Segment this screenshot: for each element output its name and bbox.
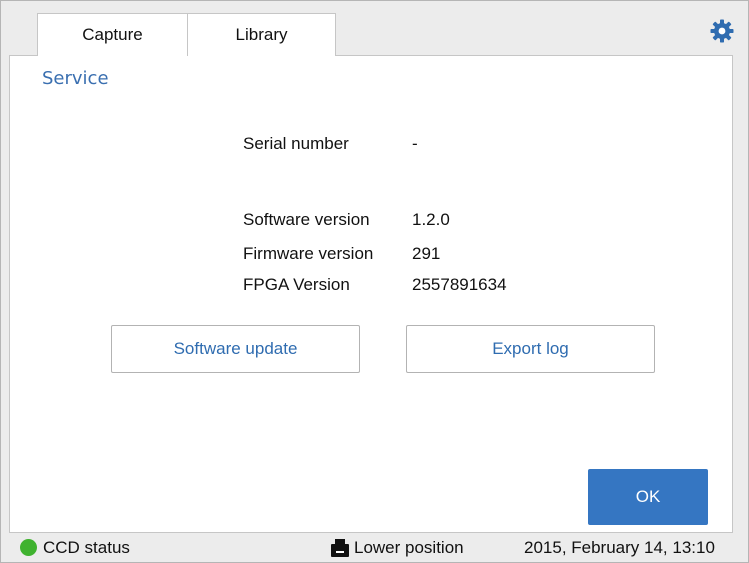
app-window: Capture Library Service Serial number - … xyxy=(0,0,749,563)
software-update-button[interactable]: Software update xyxy=(111,325,360,373)
export-log-button[interactable]: Export log xyxy=(406,325,655,373)
datetime-label: 2015, February 14, 13:10 xyxy=(524,538,715,557)
ccd-status-label: CCD status xyxy=(43,538,130,557)
serial-number-value: - xyxy=(412,134,418,153)
gear-icon[interactable] xyxy=(710,19,734,43)
tab-capture-label: Capture xyxy=(82,25,143,44)
lower-position-label: Lower position xyxy=(354,538,464,557)
fpga-version-label: FPGA Version xyxy=(243,275,350,294)
service-panel: Service Serial number - Software version… xyxy=(9,55,733,533)
tab-capture[interactable]: Capture xyxy=(37,13,188,56)
firmware-version-label: Firmware version xyxy=(243,244,374,263)
software-version-label: Software version xyxy=(243,210,370,229)
tab-library[interactable]: Library xyxy=(187,13,336,56)
status-bar: CCD status Lower position 2015, February… xyxy=(1,535,748,562)
tab-library-label: Library xyxy=(235,25,288,44)
export-log-label: Export log xyxy=(492,339,569,358)
serial-number-label: Serial number xyxy=(243,134,349,153)
printer-icon xyxy=(331,539,349,557)
ok-label: OK xyxy=(635,487,661,506)
software-version-value: 1.2.0 xyxy=(412,210,450,229)
ok-button[interactable]: OK xyxy=(588,469,708,525)
ccd-status-indicator-icon xyxy=(20,539,37,556)
fpga-version-value: 2557891634 xyxy=(412,275,507,294)
service-title: Service xyxy=(42,68,109,89)
software-update-label: Software update xyxy=(173,339,298,358)
firmware-version-value: 291 xyxy=(412,244,441,263)
